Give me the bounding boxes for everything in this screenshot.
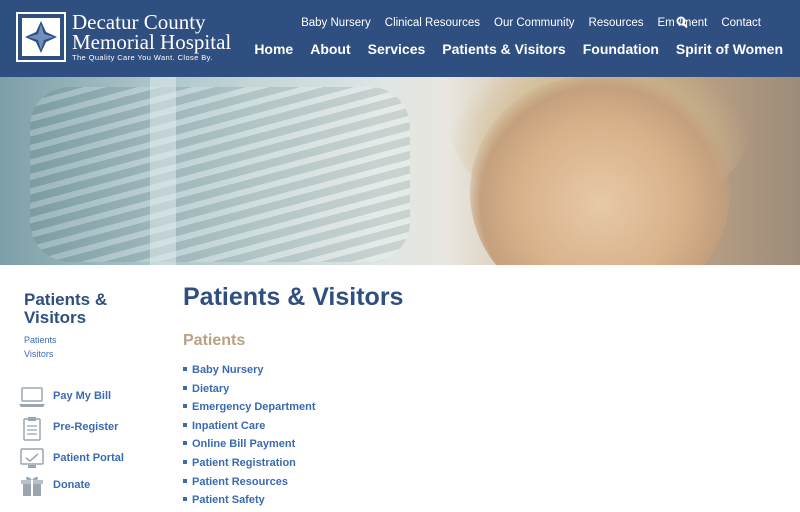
monitor-icon: [18, 447, 46, 471]
link-online-bill-payment[interactable]: Online Bill Payment: [192, 438, 295, 450]
main-nav: Home About Services Patients & Visitors …: [237, 41, 783, 57]
clipboard-icon: [18, 416, 46, 441]
nav-services[interactable]: Services: [368, 41, 426, 57]
donate-label: Donate: [53, 479, 91, 491]
link-emergency-department[interactable]: Emergency Department: [192, 401, 316, 413]
list-item[interactable]: Patient Resources: [183, 476, 316, 495]
link-patient-resources[interactable]: Patient Resources: [192, 476, 288, 488]
xray-ribs: [30, 87, 410, 262]
nav-home[interactable]: Home: [254, 41, 293, 57]
patient-portal-label: Patient Portal: [53, 452, 124, 464]
link-patient-safety[interactable]: Patient Safety: [192, 494, 265, 506]
logo-emblem-icon: [16, 12, 66, 62]
sidebar: Patients & Visitors Patients Visitors Pa…: [0, 265, 170, 512]
utility-nav: Baby Nursery Clinical Resources Our Comm…: [287, 17, 761, 29]
hospital-logo[interactable]: Decatur County Memorial Hospital The Qua…: [16, 12, 231, 64]
gift-icon: [18, 474, 46, 498]
nav-foundation[interactable]: Foundation: [583, 41, 659, 57]
nav-patients-visitors[interactable]: Patients & Visitors: [442, 41, 565, 57]
bullet-icon: [183, 497, 187, 502]
bullet-icon: [183, 367, 187, 372]
page-title: Patients & Visitors: [183, 283, 404, 311]
nav-spirit-of-women[interactable]: Spirit of Women: [676, 41, 783, 57]
bullet-icon: [183, 460, 187, 465]
bullet-icon: [183, 441, 187, 446]
patient-portal-button[interactable]: Patient Portal: [18, 447, 168, 473]
list-item[interactable]: Dietary: [183, 383, 316, 402]
link-patient-registration[interactable]: Patient Registration: [192, 457, 296, 469]
pre-register-button[interactable]: Pre-Register: [18, 416, 168, 442]
section-title: Patients: [183, 332, 246, 349]
donate-button[interactable]: Donate: [18, 474, 168, 500]
site-header: Decatur County Memorial Hospital The Qua…: [0, 0, 800, 77]
utility-link-contact[interactable]: Contact: [721, 17, 761, 29]
list-item[interactable]: Baby Nursery: [183, 364, 316, 383]
patients-link-list: Baby Nursery Dietary Emergency Departmen…: [183, 364, 316, 512]
hero-image: [0, 77, 800, 265]
pay-my-bill-label: Pay My Bill: [53, 390, 112, 402]
search-icon[interactable]: [676, 16, 688, 30]
pay-my-bill-button[interactable]: Pay My Bill: [18, 385, 168, 411]
bullet-icon: [183, 385, 187, 390]
bullet-icon: [183, 422, 187, 427]
nav-about[interactable]: About: [310, 41, 350, 57]
utility-link-clinical-resources[interactable]: Clinical Resources: [385, 17, 480, 29]
utility-link-baby-nursery[interactable]: Baby Nursery: [301, 17, 371, 29]
list-item[interactable]: Patient Safety: [183, 494, 316, 512]
list-item[interactable]: Inpatient Care: [183, 420, 316, 439]
logo-tagline: The Quality Care You Want. Close By.: [72, 53, 213, 62]
bullet-icon: [183, 404, 187, 409]
laptop-icon: [18, 385, 46, 409]
utility-link-resources[interactable]: Resources: [589, 17, 644, 29]
link-inpatient-care[interactable]: Inpatient Care: [192, 420, 265, 432]
list-item[interactable]: Online Bill Payment: [183, 438, 316, 457]
sidebar-link-visitors[interactable]: Visitors: [24, 349, 53, 359]
pre-register-label: Pre-Register: [53, 421, 119, 433]
logo-title-line2: Memorial Hospital: [72, 30, 232, 54]
link-dietary[interactable]: Dietary: [192, 383, 229, 395]
xray-spine: [150, 77, 176, 265]
sidebar-title: Patients & Visitors: [24, 290, 108, 327]
bullet-icon: [183, 478, 187, 483]
list-item[interactable]: Patient Registration: [183, 457, 316, 476]
hero-face: [470, 77, 730, 265]
list-item[interactable]: Emergency Department: [183, 401, 316, 420]
sidebar-link-patients[interactable]: Patients: [24, 335, 57, 345]
utility-link-our-community[interactable]: Our Community: [494, 17, 575, 29]
link-baby-nursery[interactable]: Baby Nursery: [192, 364, 264, 376]
